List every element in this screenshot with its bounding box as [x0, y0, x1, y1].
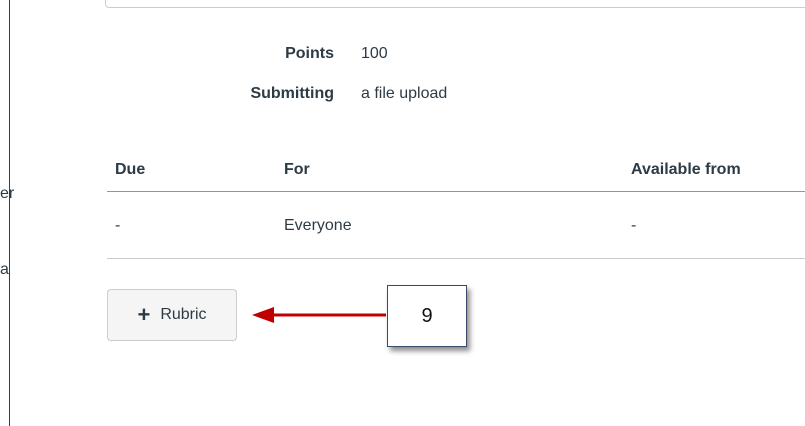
add-rubric-button[interactable]: + Rubric	[107, 289, 237, 341]
submitting-row: Submitting a file upload	[0, 85, 805, 107]
column-header-for: For	[284, 161, 310, 178]
description-box	[105, 0, 805, 8]
table-cell-due: -	[115, 217, 121, 234]
submitting-value: a file upload	[361, 85, 448, 102]
table-cell-available-from: -	[631, 217, 637, 234]
points-label: Points	[285, 45, 334, 62]
table-row-divider	[107, 258, 805, 259]
annotation-arrow	[252, 307, 386, 323]
sidebar-text-fragment: a	[0, 261, 9, 278]
column-header-available-from: Available from	[631, 161, 741, 178]
plus-icon: +	[137, 302, 151, 327]
sidebar-text-fragment: er	[0, 185, 15, 202]
column-header-due: Due	[115, 161, 146, 178]
points-value: 100	[361, 45, 388, 62]
table-header-divider	[107, 191, 805, 192]
annotation-callout: 9	[387, 285, 467, 347]
assignment-details-page: er a Points 100 Submitting a file upload…	[0, 0, 805, 426]
points-row: Points 100	[0, 45, 805, 67]
rubric-button-label: Rubric	[160, 306, 207, 323]
callout-number: 9	[421, 304, 433, 327]
arrow-head	[252, 307, 274, 323]
submitting-label: Submitting	[250, 85, 334, 102]
table-cell-for: Everyone	[284, 217, 352, 234]
